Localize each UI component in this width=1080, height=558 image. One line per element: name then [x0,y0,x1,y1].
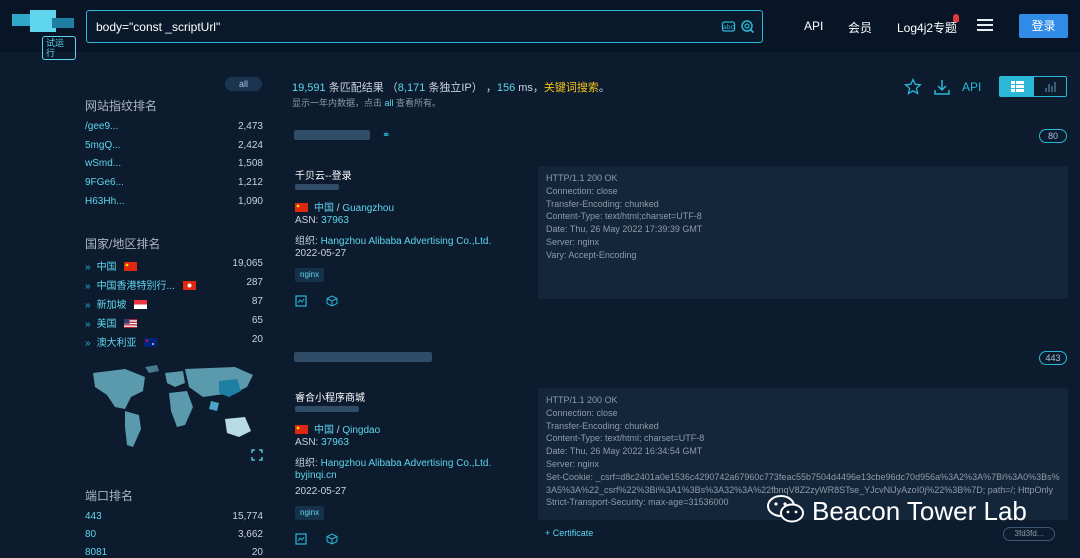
flag-au-icon [144,338,158,347]
flag-cn-icon [124,262,138,271]
redacted-ip [295,406,359,412]
api-button[interactable]: API [962,80,981,94]
port-row[interactable]: 80 3,662 [85,529,263,543]
result-title: 睿合小程序商城 [295,393,365,404]
country-row[interactable]: » 澳大利亚 20 [85,334,263,349]
redacted-host [294,130,370,140]
result-date: 2022-05-27 [295,248,347,259]
server-tag[interactable]: nginx [295,268,325,282]
country-row[interactable]: » 中国香港特别行... 287 [85,277,263,292]
fingerprint-title: 网站指纹排名 [85,99,158,113]
download-icon[interactable] [933,78,951,99]
top-bar: 试运行 body="const _scriptUrl" abc API 会员 L… [0,0,1080,60]
result-summary: 19,591 条匹配结果 （8,171 条独立IP） ，156 ms，关键词搜索… [292,82,610,94]
menu-icon[interactable] [977,19,993,32]
port-row[interactable]: 443 15,774 [85,511,263,525]
result-asn: ASN: 37963 [295,437,349,448]
flag-sg-icon [134,300,148,309]
redacted-ip [295,184,339,190]
result-org: 组织: Hangzhou Alibaba Advertising Co.,Ltd… [295,458,492,469]
certificate-toggle[interactable]: + Certificate [545,528,593,538]
fingerprint-row[interactable]: 9FGe6... 1,212 [85,177,263,191]
flag-hk-icon [182,281,196,290]
result-org: 组织: Hangzhou Alibaba Advertising Co.,Ltd… [295,236,492,247]
redacted-host [294,352,432,362]
screenshot-icon [295,295,307,307]
search-input[interactable]: body="const _scriptUrl" [96,20,220,34]
login-button[interactable]: 登录 [1019,14,1068,38]
search-box[interactable]: body="const _scriptUrl" abc [86,10,763,43]
cert-hash-badge[interactable]: 3fd3fd... [1003,527,1055,541]
result-location: 中国 / Qingdao [295,421,380,436]
chart-view-icon[interactable] [1034,77,1066,96]
wechat-icon [767,495,804,523]
result-date: 2022-05-27 [295,486,347,497]
hot-icon [953,14,959,22]
server-tag[interactable]: nginx [295,506,325,520]
watermark: Beacon Tower Lab [766,494,1027,527]
result-actions[interactable] [295,295,338,310]
svg-text:abc: abc [723,24,734,31]
port-row[interactable]: 8081 20 [85,547,263,558]
star-icon[interactable] [904,77,922,99]
http-headers: HTTP/1.1 200 OK Connection: close Transf… [546,173,703,260]
port-badge[interactable]: 443 [1039,351,1067,365]
fingerprint-row[interactable]: 5mgQ... 2,424 [85,140,263,154]
fingerprint-row[interactable]: H63Hh... 1,090 [85,196,263,210]
flag-us-icon [124,319,138,328]
country-row[interactable]: » 中国 19,065 [85,258,263,273]
result-asn: ASN: 37963 [295,215,349,226]
port-badge[interactable]: 80 [1039,129,1067,143]
nav-log4j2[interactable]: Log4j2专题 [897,19,957,36]
cube-icon [326,295,338,307]
trial-badge: 试运行 [42,36,76,60]
all-filter-button[interactable]: all [225,77,262,91]
port-title: 端口排名 [85,489,134,503]
keyword-search-link[interactable]: 关键词搜索 [544,82,599,94]
fingerprint-row[interactable]: wSmd... 1,508 [85,158,263,172]
result-actions[interactable] [295,533,338,548]
http-headers-panel: HTTP/1.1 200 OK Connection: close Transf… [538,166,1068,299]
result-title: 千贝云--登录 [295,171,352,182]
cube-icon [326,533,338,545]
view-toggle[interactable] [999,76,1067,97]
show-all-link[interactable]: all [385,98,394,108]
country-title: 国家/地区排名 [85,237,161,251]
link-icon[interactable]: ⚭ [382,130,390,141]
world-map[interactable] [85,363,263,461]
list-view-icon[interactable] [1000,77,1034,96]
syntax-icon[interactable]: abc [721,19,736,34]
site-logo[interactable]: 试运行 [12,8,76,60]
search-icon[interactable] [740,19,755,34]
result-location: 中国 / Guangzhou [295,199,394,214]
nav-api[interactable]: API [804,19,823,33]
result-subsummary: 显示一年内数据，点击 all 查看所有。 [292,98,442,108]
country-row[interactable]: » 新加坡 87 [85,296,263,311]
nav-membership[interactable]: 会员 [848,19,872,36]
expand-icon [251,449,263,461]
result-domain[interactable]: byjinqi.cn [295,470,337,481]
country-row[interactable]: » 美国 65 [85,315,263,330]
fingerprint-row[interactable]: /gee9... 2,473 [85,121,263,135]
screenshot-icon [295,533,307,545]
